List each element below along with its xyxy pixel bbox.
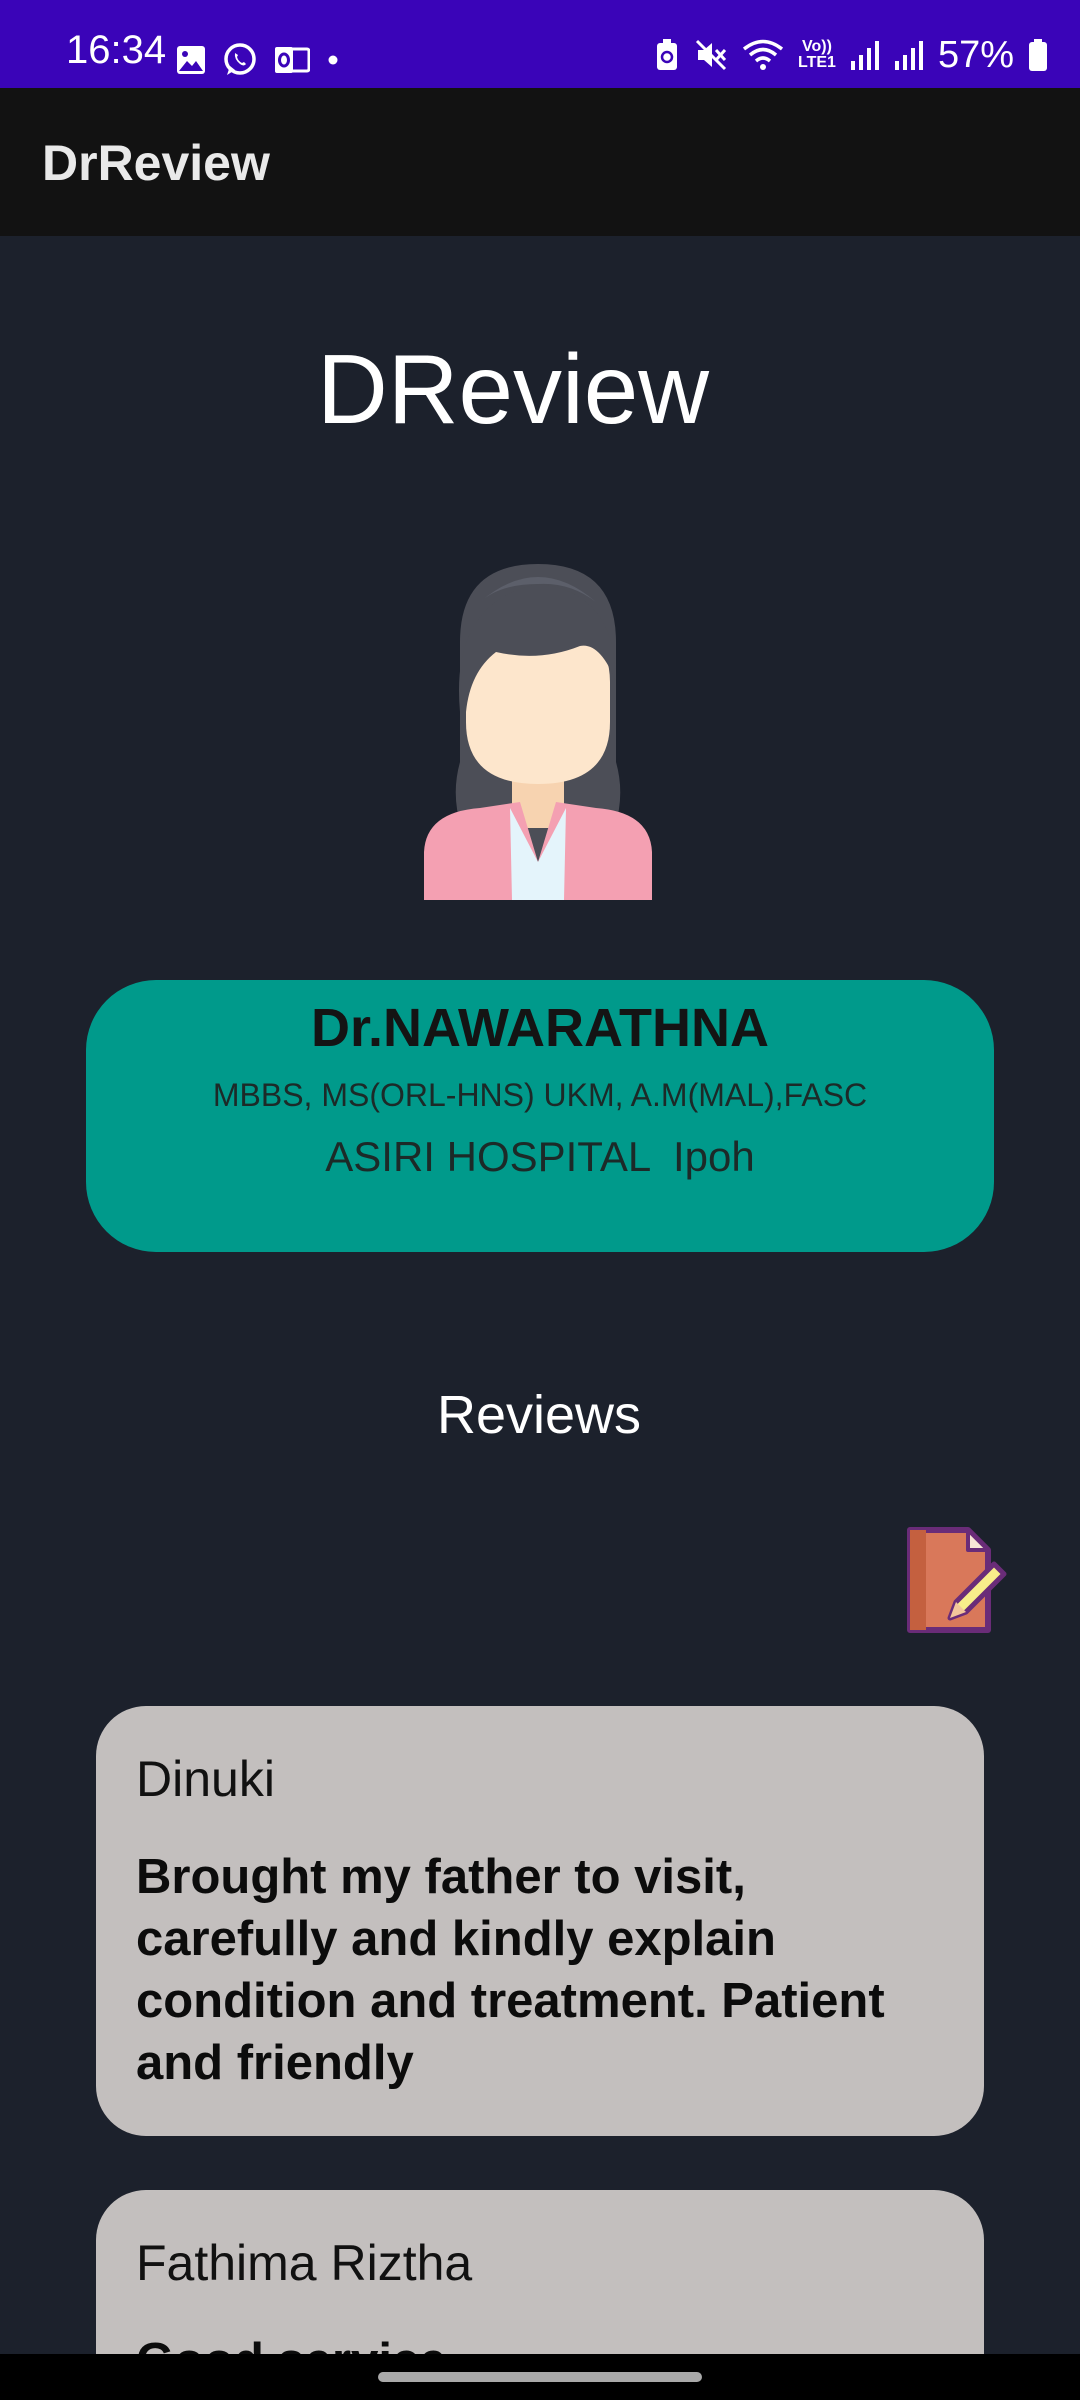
app-bar: DrReview	[0, 88, 1080, 236]
review-text: Brought my father to visit, carefully an…	[136, 1850, 885, 2090]
dot-icon	[326, 53, 340, 67]
doctor-name: Dr.NAWARATHNA	[311, 998, 769, 1058]
volte-icon: Vo)) LTE1	[798, 39, 836, 71]
navigation-bar	[0, 2354, 1080, 2400]
write-review-icon	[907, 1527, 1007, 1633]
gallery-icon	[176, 45, 206, 75]
signal-icon	[894, 39, 924, 71]
system-status-icons: Vo)) LTE1 57%	[654, 36, 1048, 74]
battery-icon	[1028, 38, 1048, 72]
mute-icon	[694, 38, 728, 72]
status-time: 16:34	[66, 28, 167, 72]
notification-icons	[176, 40, 340, 80]
screen: 16:34 Vo)) LTE1 57% DrReview DReview Dr.…	[0, 0, 1080, 2400]
reviewer-name: Fathima Riztha	[136, 2235, 473, 2291]
review-card: Dinuki Brought my father to visit, caref…	[96, 1706, 984, 2136]
volte-label: Vo))	[802, 38, 832, 55]
wifi-icon	[742, 38, 784, 72]
reviewer-name: Dinuki	[136, 1751, 275, 1807]
page-title: DReview	[316, 334, 710, 444]
write-review-button[interactable]	[900, 1524, 1010, 1640]
doctor-qualifications: MBBS, MS(ORL-HNS) UKM, A.M(MAL),FASC	[212, 1077, 868, 1113]
doctor-hospital: ASIRI HOSPITAL Ipoh	[325, 1133, 755, 1180]
battery-percent: 57%	[937, 34, 1014, 76]
status-bar: 16:34 Vo)) LTE1 57%	[0, 0, 1080, 88]
doctor-info-card: Dr.NAWARATHNA MBBS, MS(ORL-HNS) UKM, A.M…	[86, 980, 994, 1252]
female-doctor-avatar-icon	[420, 562, 656, 900]
reviews-heading: Reviews	[436, 1385, 642, 1445]
lte-label: LTE1	[798, 54, 836, 71]
whatsapp-icon	[222, 42, 258, 78]
battery-saver-icon	[654, 38, 680, 72]
outlook-icon	[274, 45, 310, 75]
home-gesture-handle[interactable]	[378, 2372, 702, 2382]
signal-icon	[850, 39, 880, 71]
app-title: DrReview	[42, 135, 270, 191]
